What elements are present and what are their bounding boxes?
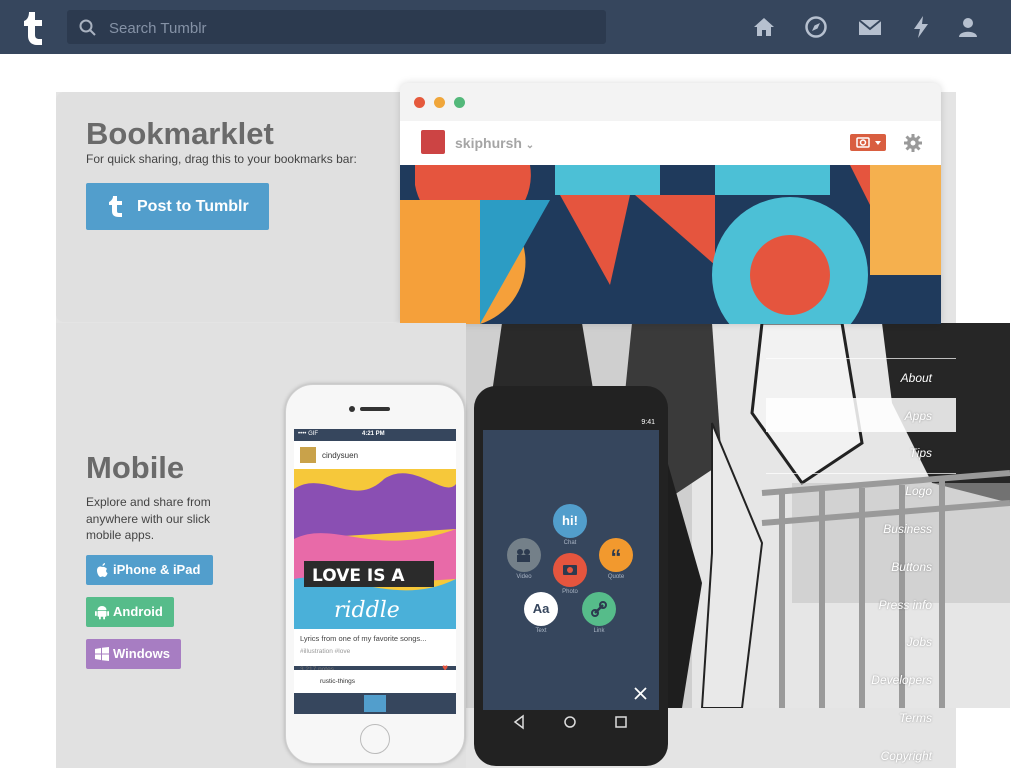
home-icon: [564, 716, 576, 728]
home-icon[interactable]: [752, 15, 776, 39]
svg-text:riddle: riddle: [334, 598, 400, 623]
footer-link-jobs[interactable]: Jobs: [907, 635, 932, 649]
iphone-status-bar: •••• GIF 4:21 PM: [294, 429, 456, 439]
bookmarklet-subtitle: For quick sharing, drag this to your boo…: [86, 152, 357, 166]
search-icon: [79, 19, 96, 36]
android-time: 9:41: [641, 419, 655, 426]
iphone-home-button: [360, 724, 390, 754]
window-close-dot: [414, 97, 425, 108]
footer-divider: [766, 473, 956, 474]
search-input[interactable]: [107, 16, 591, 40]
footer-link-press-info[interactable]: Press info: [879, 598, 932, 612]
android-button[interactable]: Android: [86, 597, 174, 627]
post-illustration: LOVE IS A riddle: [294, 469, 456, 629]
mobile-description: Explore and share from anywhere with our…: [86, 495, 211, 542]
activity-icon[interactable]: [909, 15, 933, 39]
iphone-next-post: rustic-things: [294, 670, 456, 694]
post-username: cindysuen: [322, 451, 359, 460]
post-tags: #illustration #love: [300, 648, 351, 655]
gear-icon: [904, 134, 922, 152]
mobile-title: Mobile: [86, 450, 185, 485]
next-post-username: rustic-things: [320, 678, 356, 685]
android-label: Android: [113, 604, 163, 619]
text-option-label: Text: [535, 628, 547, 634]
back-icon: [513, 714, 524, 730]
footer-link-business[interactable]: Business: [883, 522, 932, 536]
blog-username: skiphursh ⌄: [455, 135, 535, 151]
video-option: [507, 538, 541, 572]
footer-link-about[interactable]: About: [901, 371, 932, 385]
compose-tab: [364, 695, 386, 712]
text-option: Aa: [524, 592, 558, 626]
iphone-time: 4:21 PM: [362, 431, 385, 437]
windows-button[interactable]: Windows: [86, 639, 181, 669]
inbox-icon[interactable]: [858, 15, 882, 39]
avatar: [421, 130, 445, 154]
link-icon: [591, 601, 607, 617]
window-minimize-dot: [434, 97, 445, 108]
video-camera-icon: [517, 549, 530, 562]
android-nav-bar: [513, 714, 627, 730]
chat-option-label: Chat: [563, 540, 577, 546]
search-box[interactable]: [67, 10, 606, 44]
close-icon: [634, 687, 647, 700]
chevron-down-icon: ⌄: [525, 140, 535, 151]
svg-text:LOVE IS A: LOVE IS A: [312, 566, 405, 586]
post-caption: Lyrics from one of my favorite songs...: [300, 634, 427, 643]
camera-icon: [563, 565, 577, 575]
link-option: [582, 592, 616, 626]
footer-link-terms[interactable]: Terms: [899, 711, 932, 725]
iphone-ipad-label: iPhone & iPad: [113, 562, 201, 577]
chat-option: hi!: [553, 504, 587, 538]
android-status-bar: 9:41: [483, 417, 659, 430]
recents-icon: [615, 716, 627, 728]
footer-link-logo[interactable]: Logo: [905, 484, 932, 498]
footer-link-developers[interactable]: Developers: [871, 673, 932, 687]
account-icon[interactable]: [956, 15, 980, 39]
footer-link-apps[interactable]: Apps: [905, 409, 932, 423]
post-to-tumblr-label: Post to Tumblr: [137, 198, 249, 215]
apple-icon: [97, 563, 108, 577]
footer-link-buttons[interactable]: Buttons: [891, 560, 932, 574]
header-art-image: [400, 165, 941, 324]
bookmarklet-title: Bookmarklet: [86, 116, 274, 151]
link-option-label: Link: [593, 628, 605, 634]
footer-link-copyright[interactable]: Copyright: [881, 749, 932, 763]
explore-icon[interactable]: [804, 15, 828, 39]
window-maximize-dot: [454, 97, 465, 108]
camera-post-button: [850, 134, 886, 151]
post-to-tumblr-button[interactable]: Post to Tumblr: [86, 183, 269, 230]
windows-icon: [95, 647, 109, 661]
iphone-carrier: •••• GIF: [298, 431, 319, 437]
android-icon: [95, 606, 109, 620]
photo-option: [553, 553, 587, 587]
windows-label: Windows: [113, 646, 170, 661]
footer-link-tips[interactable]: Tips: [909, 446, 932, 460]
iphone-camera: [349, 406, 355, 412]
scrollbar-track[interactable]: [1011, 0, 1024, 768]
camera-icon: [856, 137, 881, 148]
iphone-speaker: [360, 407, 390, 411]
iphone-post: cindysuen LOVE IS A riddle Lyrics from o…: [294, 441, 456, 674]
iphone-ipad-button[interactable]: iPhone & iPad: [86, 555, 213, 585]
tumblr-logo-icon[interactable]: [16, 8, 49, 46]
iphone-screen: •••• GIF 4:21 PM cindysuen LOVE IS A rid…: [294, 429, 456, 714]
tumblr-t-icon: [109, 196, 122, 217]
avatar: [300, 447, 316, 463]
top-navbar: [0, 0, 1011, 54]
video-option-label: Video: [516, 574, 532, 580]
quote-option: “: [599, 538, 633, 572]
iphone-tab-bar: [294, 693, 456, 714]
footer-divider: [766, 358, 956, 359]
quote-option-label: Quote: [607, 574, 625, 580]
browser-mockup: skiphursh ⌄: [400, 83, 941, 324]
